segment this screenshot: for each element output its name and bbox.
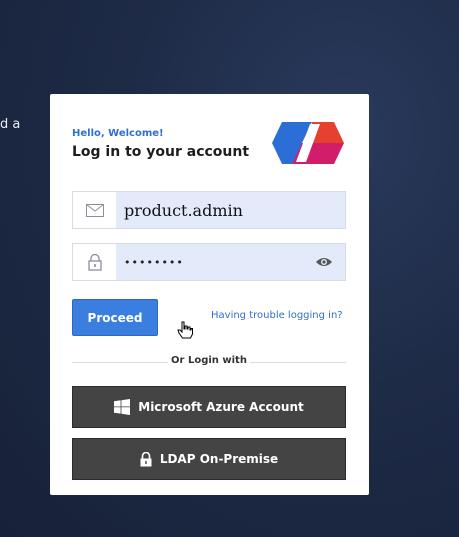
ldap-login-label: LDAP On-Premise bbox=[159, 452, 279, 466]
divider-text: Or Login with bbox=[171, 355, 247, 366]
lock-icon-box bbox=[73, 244, 116, 280]
divider-right bbox=[250, 362, 346, 363]
hand-cursor-icon bbox=[177, 321, 193, 339]
login-title: Log in to your account bbox=[72, 144, 250, 160]
username-field bbox=[72, 191, 346, 229]
proceed-button[interactable]: Proceed bbox=[72, 299, 158, 336]
mail-icon-box bbox=[73, 192, 116, 228]
lock-icon bbox=[87, 253, 102, 271]
windows-icon bbox=[114, 399, 131, 415]
password-input[interactable] bbox=[116, 244, 345, 280]
greeting-text: Hello, Welcome! bbox=[72, 128, 164, 139]
password-field bbox=[72, 243, 346, 281]
azure-login-button[interactable]: Microsoft Azure Account bbox=[72, 386, 346, 428]
padlock-icon bbox=[140, 451, 152, 466]
logo-icon bbox=[272, 122, 344, 164]
login-card: Hello, Welcome! Log in to your account p… bbox=[50, 94, 369, 495]
mail-icon bbox=[85, 203, 104, 217]
eye-icon[interactable] bbox=[315, 255, 333, 269]
ldap-login-button[interactable]: LDAP On-Premise bbox=[72, 438, 346, 480]
divider-left bbox=[72, 362, 168, 363]
background-text-fragment: d a bbox=[0, 117, 21, 132]
trouble-logging-in-link[interactable]: Having trouble logging in? bbox=[211, 310, 343, 321]
username-input[interactable] bbox=[116, 192, 345, 228]
azure-login-label: Microsoft Azure Account bbox=[138, 400, 304, 414]
